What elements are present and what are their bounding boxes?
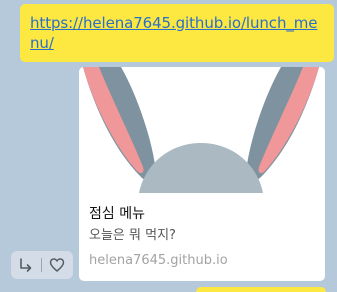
heart-icon	[49, 258, 65, 272]
preview-domain: helena7645.github.io	[89, 253, 228, 268]
preview-description: 오늘은 뭐 먹지?	[89, 228, 176, 243]
next-message-bubble	[196, 287, 326, 292]
preview-title: 점심 메뉴	[89, 206, 145, 222]
preview-image	[79, 67, 325, 193]
share-arrow-icon	[20, 258, 32, 272]
share-button[interactable]	[11, 251, 41, 279]
chat-view: https://helena7645.github.io/lunch_menu/…	[0, 0, 337, 292]
like-button[interactable]	[42, 251, 72, 279]
link-preview-card[interactable]: 점심 메뉴 오늘은 뭐 먹지? helena7645.github.io	[79, 67, 325, 281]
rabbit-ears-illustration	[83, 67, 319, 193]
message-bubble: https://helena7645.github.io/lunch_menu/	[20, 4, 334, 62]
message-actions	[11, 251, 73, 279]
message-link[interactable]: https://helena7645.github.io/lunch_menu/	[30, 13, 324, 53]
